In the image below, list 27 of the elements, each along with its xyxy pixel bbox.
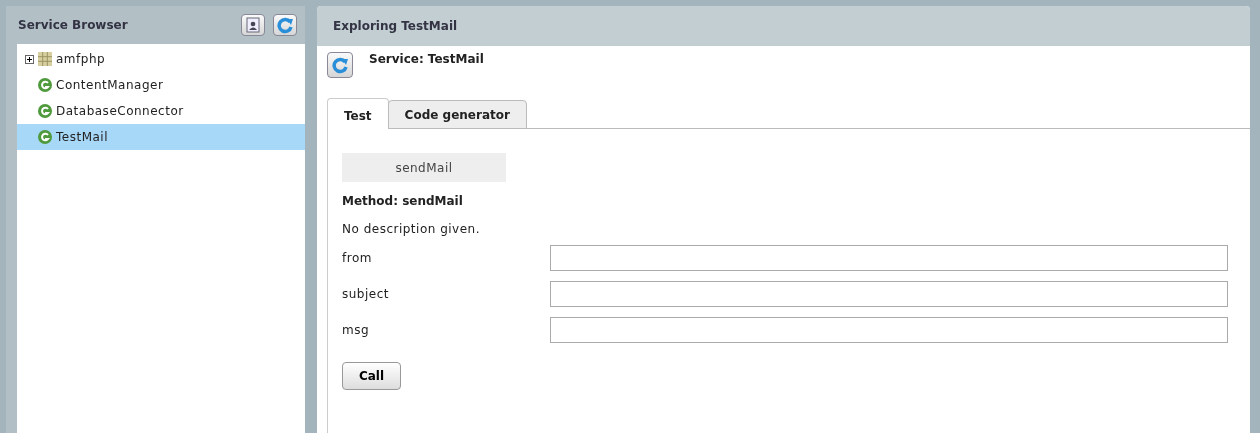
user-icon[interactable] (241, 14, 265, 36)
tree-item[interactable]: DatabaseConnector (17, 98, 305, 124)
grid-icon (38, 52, 52, 66)
tree-item[interactable]: TestMail (17, 124, 305, 150)
param-label: msg (342, 323, 371, 337)
input-field[interactable] (550, 317, 1228, 343)
input-field[interactable] (550, 245, 1228, 271)
service-icon (38, 104, 52, 118)
call-button[interactable]: Call (342, 362, 401, 390)
tree-item[interactable]: ContentManager (17, 72, 305, 98)
param-label: from (342, 251, 373, 265)
method-button[interactable]: sendMail (342, 153, 506, 182)
expand-icon[interactable] (25, 54, 34, 64)
refresh-icon[interactable] (327, 52, 353, 78)
refresh-icon[interactable] (273, 14, 297, 36)
service-title: Service: TestMail (369, 52, 484, 66)
input-field[interactable] (550, 281, 1228, 307)
panel-title: Service Browser (18, 18, 129, 32)
param-label: subject (342, 287, 390, 301)
method-title: Method: sendMail (342, 194, 463, 208)
description: No description given. (342, 222, 481, 236)
service-icon (38, 78, 52, 92)
service-icon (38, 130, 52, 144)
tab[interactable]: Code generator (387, 100, 527, 129)
tab[interactable]: Test (327, 98, 389, 129)
panel-title: Exploring TestMail (333, 19, 458, 33)
tree-item[interactable]: amfphp (17, 46, 305, 72)
